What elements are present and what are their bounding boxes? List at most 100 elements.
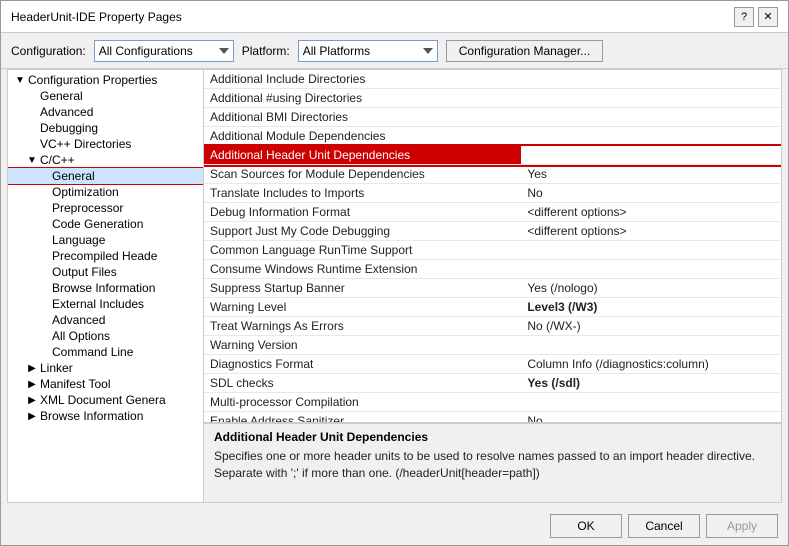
expand-icon[interactable]: ▼ [12, 75, 28, 86]
tree-label: Optimization [52, 185, 203, 199]
tree-item-cpp-general[interactable]: General [8, 168, 203, 184]
tree-label: C/C++ [40, 153, 203, 167]
expand-icon[interactable]: ▶ [24, 363, 40, 374]
ok-button[interactable]: OK [550, 514, 622, 538]
table-row[interactable]: Enable Address SanitizerNo [204, 412, 781, 423]
table-row[interactable]: Common Language RunTime Support [204, 241, 781, 260]
tree-item-language[interactable]: Language [8, 232, 203, 248]
tree-item-advanced[interactable]: Advanced [8, 104, 203, 120]
table-row[interactable]: Debug Information Format<different optio… [204, 203, 781, 222]
prop-name: Support Just My Code Debugging [204, 222, 521, 241]
table-row[interactable]: Warning LevelLevel3 (/W3) [204, 298, 781, 317]
prop-value: Yes [521, 165, 781, 184]
prop-value [521, 89, 781, 108]
title-bar: HeaderUnit-IDE Property Pages ? ✕ [1, 1, 788, 33]
tree-label: VC++ Directories [40, 137, 203, 151]
config-select[interactable]: All Configurations [94, 40, 234, 62]
prop-value [521, 393, 781, 412]
tree-item-debugging[interactable]: Debugging [8, 120, 203, 136]
tree-item-external-inc[interactable]: External Includes [8, 296, 203, 312]
prop-name: Multi-processor Compilation [204, 393, 521, 412]
table-row[interactable]: SDL checksYes (/sdl) [204, 374, 781, 393]
prop-value [521, 70, 781, 89]
tree-item-manifest-tool[interactable]: ▶Manifest Tool [8, 376, 203, 392]
prop-name: Common Language RunTime Support [204, 241, 521, 260]
tree-item-cmd-line[interactable]: Command Line [8, 344, 203, 360]
prop-name: Treat Warnings As Errors [204, 317, 521, 336]
config-manager-button[interactable]: Configuration Manager... [446, 40, 603, 62]
title-controls: ? ✕ [734, 7, 778, 27]
tree-label: Language [52, 233, 203, 247]
tree-item-all-options[interactable]: All Options [8, 328, 203, 344]
table-row[interactable]: Support Just My Code Debugging<different… [204, 222, 781, 241]
help-button[interactable]: ? [734, 7, 754, 27]
desc-text: Specifies one or more header units to be… [214, 448, 771, 482]
tree-label: Manifest Tool [40, 377, 203, 391]
description-area: Additional Header Unit Dependencies Spec… [204, 422, 781, 502]
tree-item-linker[interactable]: ▶Linker [8, 360, 203, 376]
table-row[interactable]: Scan Sources for Module DependenciesYes [204, 165, 781, 184]
tree-item-vcpp-dirs[interactable]: VC++ Directories [8, 136, 203, 152]
table-row[interactable]: Additional Module Dependencies [204, 127, 781, 146]
table-row[interactable]: Suppress Startup BannerYes (/nologo) [204, 279, 781, 298]
prop-name: Suppress Startup Banner [204, 279, 521, 298]
footer: OK Cancel Apply [1, 507, 788, 545]
properties-area: Additional Include DirectoriesAdditional… [204, 70, 781, 422]
tree-item-general[interactable]: General [8, 88, 203, 104]
table-row[interactable]: Additional #using Directories [204, 89, 781, 108]
prop-value: <different options> [521, 222, 781, 241]
prop-value: Yes (/sdl) [521, 374, 781, 393]
tree-label: Advanced [40, 105, 203, 119]
table-row[interactable]: Consume Windows Runtime Extension [204, 260, 781, 279]
tree-label: Advanced [52, 313, 203, 327]
prop-value [521, 146, 781, 165]
prop-name: Additional Include Directories [204, 70, 521, 89]
prop-value: Yes (/nologo) [521, 279, 781, 298]
tree-item-browse-info[interactable]: Browse Information [8, 280, 203, 296]
expand-icon[interactable]: ▶ [24, 411, 40, 422]
tree-item-precompiled[interactable]: Precompiled Heade [8, 248, 203, 264]
prop-value: No [521, 412, 781, 423]
tree-item-xml-doc[interactable]: ▶XML Document Genera [8, 392, 203, 408]
table-row[interactable]: Diagnostics FormatColumn Info (/diagnost… [204, 355, 781, 374]
tree-item-code-gen[interactable]: Code Generation [8, 216, 203, 232]
table-row[interactable]: Multi-processor Compilation [204, 393, 781, 412]
tree-item-advanced2[interactable]: Advanced [8, 312, 203, 328]
prop-name: Additional Header Unit Dependencies [204, 146, 521, 165]
prop-value [521, 108, 781, 127]
tree-item-output-files[interactable]: Output Files [8, 264, 203, 280]
prop-value [521, 241, 781, 260]
cancel-button[interactable]: Cancel [628, 514, 700, 538]
properties-table: Additional Include DirectoriesAdditional… [204, 70, 781, 422]
tree-label: XML Document Genera [40, 393, 203, 407]
table-row[interactable]: Additional BMI Directories [204, 108, 781, 127]
tree-label: General [52, 169, 203, 183]
tree-label: Browse Information [40, 409, 203, 423]
close-button[interactable]: ✕ [758, 7, 778, 27]
expand-icon[interactable]: ▼ [24, 155, 40, 166]
platform-select[interactable]: All Platforms [298, 40, 438, 62]
tree-item-cpp[interactable]: ▼C/C++ [8, 152, 203, 168]
tree-item-browse-info2[interactable]: ▶Browse Information [8, 408, 203, 424]
table-row[interactable]: Treat Warnings As ErrorsNo (/WX-) [204, 317, 781, 336]
table-row[interactable]: Additional Header Unit Dependencies [204, 146, 781, 165]
table-row[interactable]: Additional Include Directories [204, 70, 781, 89]
expand-icon[interactable]: ▶ [24, 379, 40, 390]
tree-panel: ▼Configuration PropertiesGeneralAdvanced… [8, 70, 204, 502]
tree-item-optimization[interactable]: Optimization [8, 184, 203, 200]
tree-item-config-props[interactable]: ▼Configuration Properties [8, 72, 203, 88]
config-label: Configuration: [11, 44, 86, 58]
prop-name: Diagnostics Format [204, 355, 521, 374]
tree-label: Linker [40, 361, 203, 375]
tree-label: Browse Information [52, 281, 203, 295]
tree-item-preprocessor[interactable]: Preprocessor [8, 200, 203, 216]
prop-value: No [521, 184, 781, 203]
prop-name: Warning Level [204, 298, 521, 317]
right-panel: Additional Include DirectoriesAdditional… [204, 70, 781, 502]
apply-button[interactable]: Apply [706, 514, 778, 538]
table-row[interactable]: Translate Includes to ImportsNo [204, 184, 781, 203]
expand-icon[interactable]: ▶ [24, 395, 40, 406]
table-row[interactable]: Warning Version [204, 336, 781, 355]
property-pages-dialog: HeaderUnit-IDE Property Pages ? ✕ Config… [0, 0, 789, 546]
prop-name: Warning Version [204, 336, 521, 355]
